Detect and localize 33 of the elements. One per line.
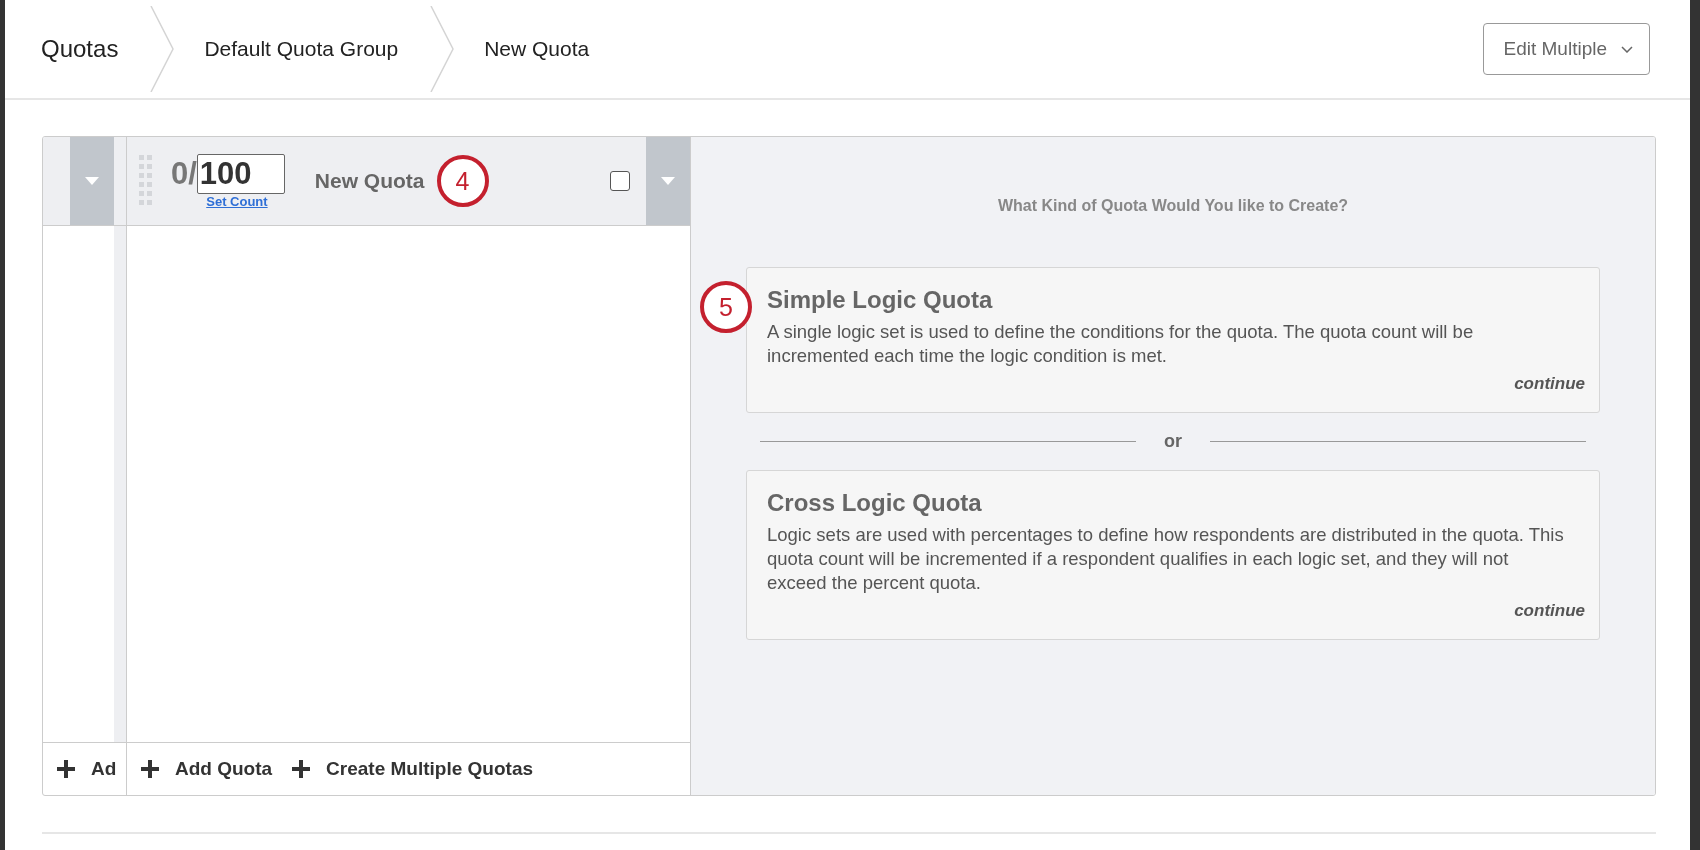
chevron-down-icon [1621, 45, 1633, 53]
plus-icon [141, 760, 159, 778]
caret-icon [661, 177, 675, 185]
plus-icon [57, 760, 75, 778]
breadcrumb-item[interactable]: New Quota [484, 37, 622, 61]
breadcrumb-item[interactable]: Quotas [41, 35, 151, 63]
quota-type-card[interactable] [746, 470, 1600, 640]
caret-icon [85, 177, 99, 185]
prompt-heading: What Kind of Quota Would You like to Create? [997, 197, 1349, 215]
footer-action-button[interactable]: Add Quota [141, 758, 273, 780]
set-count-link[interactable]: Set Count [206, 193, 268, 209]
card-title: Simple Logic Quota [767, 286, 994, 314]
separator-label: or [1164, 431, 1182, 452]
card-title: Cross Logic Quota [767, 489, 983, 517]
callout-number: 5 [700, 281, 752, 333]
breadcrumb-separator-icon [430, 6, 455, 92]
edit-multiple-dropdown[interactable]: Edit Multiple [1482, 23, 1650, 75]
card-description: Logic sets are used with percentages to define how respondents are distributed in the quota. This quota count will be incremented if a respondent qualifies in each logic set, and they will not exceed the percent quota. [767, 523, 1565, 595]
plus-icon [292, 760, 311, 778]
card-description: A single logic set is used to define the conditions for the quota. The quota count will be incremented each time the logic condition is met. [767, 320, 1475, 368]
add-group-button[interactable]: Ad [57, 758, 117, 780]
quota-checkbox[interactable] [610, 171, 630, 191]
quota-count: 0/ [171, 155, 197, 192]
breadcrumb-separator-icon [150, 6, 175, 92]
continue-link[interactable]: continue [1514, 374, 1585, 394]
callout-number: 4 [436, 155, 489, 207]
footer-action-button[interactable]: Create Multiple Quotas [292, 758, 534, 780]
quota-target-input[interactable]: 100 [196, 153, 285, 194]
quota-name: New Quota [314, 169, 425, 193]
drag-handle-icon [139, 155, 153, 207]
breadcrumb-item[interactable]: Default Quota Group [204, 37, 431, 61]
quota-type-card[interactable]: Simple Logic Quota A single logic set is used to define the conditions for the quota. The quota count will be incremented each time the logic condition is met. continue [746, 267, 1600, 413]
continue-link[interactable]: continue [1514, 601, 1585, 621]
